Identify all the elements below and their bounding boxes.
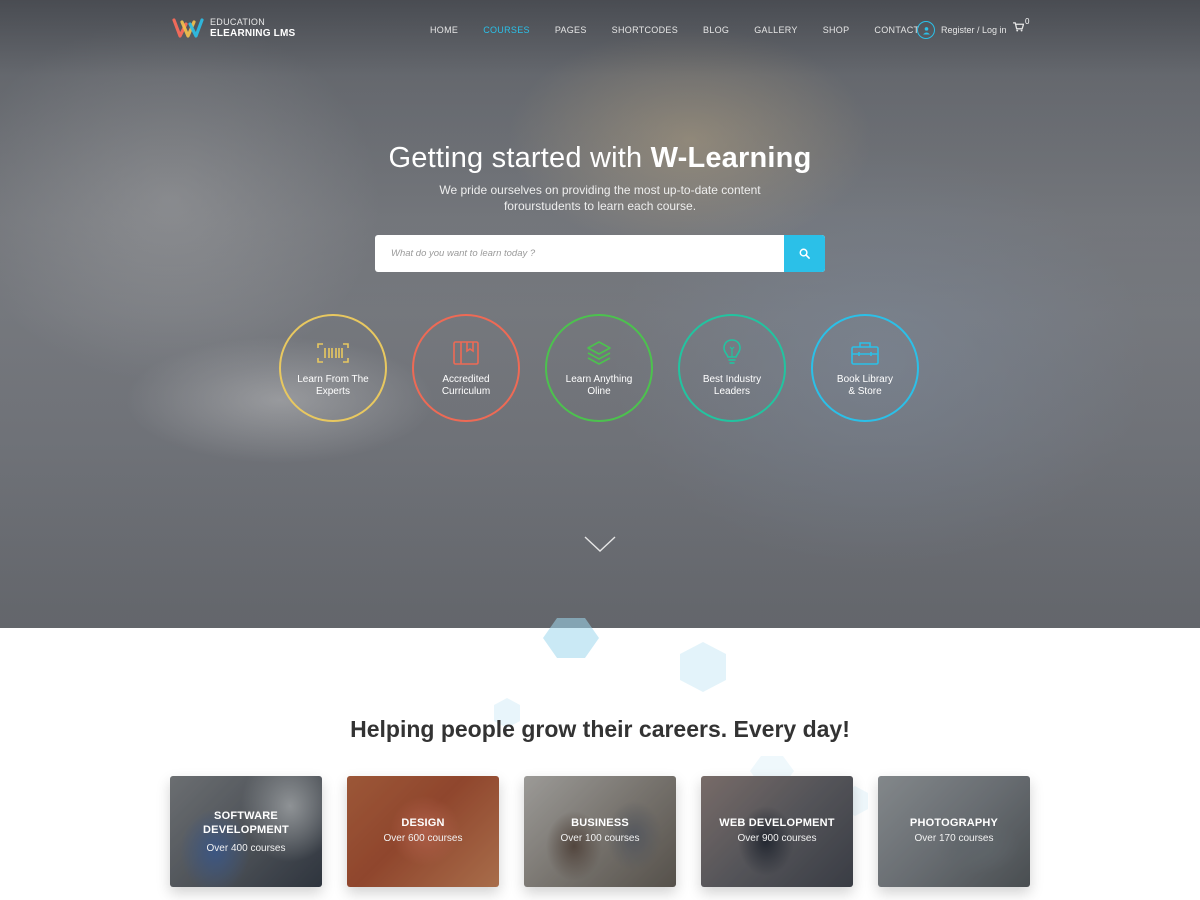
feature-learn-anything-online[interactable]: Learn Anything Oline bbox=[545, 314, 653, 422]
category-card-web-development[interactable]: WEB DEVELOPMENT Over 900 courses bbox=[701, 776, 853, 887]
feature-accredited-curriculum[interactable]: Accredited Curriculum bbox=[412, 314, 520, 422]
nav-gallery[interactable]: GALLERY bbox=[754, 25, 797, 35]
feature-label-line1: Best Industry bbox=[702, 374, 762, 385]
layers-icon bbox=[582, 338, 616, 368]
logo-brand-text: ELEARNING LMS bbox=[210, 28, 296, 39]
feature-label-line2: Leaders bbox=[713, 386, 751, 397]
nav-shortcodes[interactable]: SHORTCODES bbox=[612, 25, 678, 35]
search-input[interactable] bbox=[375, 235, 784, 272]
hero-section: EDUCATION ELEARNING LMS HOME COURSES PAG… bbox=[0, 0, 1200, 628]
course-search bbox=[375, 235, 825, 272]
feature-learn-from-experts[interactable]: Learn From The Experts bbox=[279, 314, 387, 422]
nav-contact[interactable]: CONTACT bbox=[874, 25, 919, 35]
chevron-down-icon[interactable] bbox=[583, 534, 617, 554]
cart-icon bbox=[1013, 22, 1025, 32]
nav-blog[interactable]: BLOG bbox=[703, 25, 729, 35]
site-logo[interactable]: EDUCATION ELEARNING LMS bbox=[172, 16, 295, 40]
nav-pages[interactable]: PAGES bbox=[555, 25, 587, 35]
card-title: BUSINESS bbox=[571, 817, 629, 829]
card-title-line2: DEVELOPMENT bbox=[203, 824, 289, 836]
nav-courses[interactable]: COURSES bbox=[483, 25, 530, 35]
logo-w-icon bbox=[172, 18, 204, 38]
card-text: PHOTOGRAPHY Over 170 courses bbox=[878, 816, 1030, 844]
category-card-business[interactable]: BUSINESS Over 100 courses bbox=[524, 776, 676, 887]
card-subtitle: Over 900 courses bbox=[737, 833, 817, 844]
feature-label-line1: Learn Anything bbox=[565, 374, 633, 385]
card-title-line1: SOFTWARE bbox=[214, 810, 278, 822]
card-title: PHOTOGRAPHY bbox=[909, 817, 999, 829]
user-icon bbox=[917, 21, 935, 39]
briefcase-icon bbox=[848, 338, 882, 368]
headline-regular: Getting started with bbox=[388, 142, 651, 174]
register-login-link[interactable]: Register / Log in bbox=[917, 21, 1007, 39]
card-subtitle: Over 100 courses bbox=[560, 833, 640, 844]
cart-button[interactable]: 0 bbox=[1013, 17, 1029, 35]
feature-label: Learn From The Experts bbox=[288, 374, 378, 398]
barcode-icon bbox=[316, 338, 350, 368]
subline-2: forourstudents to learn each course. bbox=[503, 199, 697, 213]
cart-count-badge: 0 bbox=[1025, 17, 1030, 26]
category-cards: SOFTWARE DEVELOPMENT Over 400 courses DES… bbox=[170, 776, 1030, 887]
category-card-photography[interactable]: PHOTOGRAPHY Over 170 courses bbox=[878, 776, 1030, 887]
feature-label-line1: Accredited bbox=[442, 374, 490, 385]
card-subtitle: Over 170 courses bbox=[914, 833, 994, 844]
register-label: Register / Log in bbox=[941, 25, 1007, 35]
card-subtitle: Over 400 courses bbox=[206, 843, 286, 854]
book-icon bbox=[449, 338, 483, 368]
lightbulb-icon bbox=[715, 338, 749, 368]
hero-subline: We pride ourselves on providing the most… bbox=[0, 182, 1200, 214]
subline-1: We pride ourselves on providing the most… bbox=[439, 183, 761, 197]
feature-label-line1: Book Library bbox=[836, 374, 894, 385]
card-text: SOFTWARE DEVELOPMENT Over 400 courses bbox=[170, 809, 322, 854]
card-subtitle: Over 600 courses bbox=[383, 833, 463, 844]
card-text: WEB DEVELOPMENT Over 900 courses bbox=[701, 816, 853, 844]
card-text: BUSINESS Over 100 courses bbox=[524, 816, 676, 844]
card-title: WEB DEVELOPMENT bbox=[719, 817, 835, 829]
logo-small-text: EDUCATION bbox=[210, 17, 266, 27]
feature-best-industry-leaders[interactable]: Best Industry Leaders bbox=[678, 314, 786, 422]
feature-label-line2: Curriculum bbox=[441, 386, 491, 397]
hexagon-decoration bbox=[680, 642, 726, 692]
search-button[interactable] bbox=[784, 235, 825, 272]
feature-book-library-store[interactable]: Book Library & Store bbox=[811, 314, 919, 422]
search-icon bbox=[799, 248, 810, 259]
nav-home[interactable]: HOME bbox=[430, 25, 458, 35]
nav-shop[interactable]: SHOP bbox=[823, 25, 850, 35]
main-nav: HOME COURSES PAGES SHORTCODES BLOG GALLE… bbox=[430, 25, 919, 35]
feature-label-line1: Learn From The bbox=[297, 374, 369, 385]
feature-label: Best Industry Leaders bbox=[687, 374, 777, 398]
headline-bold: W-Learning bbox=[650, 142, 812, 174]
card-title: DESIGN bbox=[401, 817, 445, 829]
hero-headline: Getting started with W-Learning bbox=[0, 142, 1200, 175]
feature-label-line2: Oline bbox=[587, 386, 611, 397]
category-card-software-development[interactable]: SOFTWARE DEVELOPMENT Over 400 courses bbox=[170, 776, 322, 887]
card-text: DESIGN Over 600 courses bbox=[347, 816, 499, 844]
section-title: Helping people grow their careers. Every… bbox=[350, 716, 850, 742]
feature-label: Learn Anything Oline bbox=[554, 374, 644, 398]
feature-label-line2: & Store bbox=[848, 386, 882, 397]
category-card-design[interactable]: DESIGN Over 600 courses bbox=[347, 776, 499, 887]
card-title: SOFTWARE DEVELOPMENT bbox=[170, 809, 322, 837]
feature-label-line2: Experts bbox=[316, 386, 350, 397]
feature-label: Book Library & Store bbox=[820, 374, 910, 398]
hexagon-decoration bbox=[543, 618, 599, 658]
feature-label: Accredited Curriculum bbox=[421, 374, 511, 398]
